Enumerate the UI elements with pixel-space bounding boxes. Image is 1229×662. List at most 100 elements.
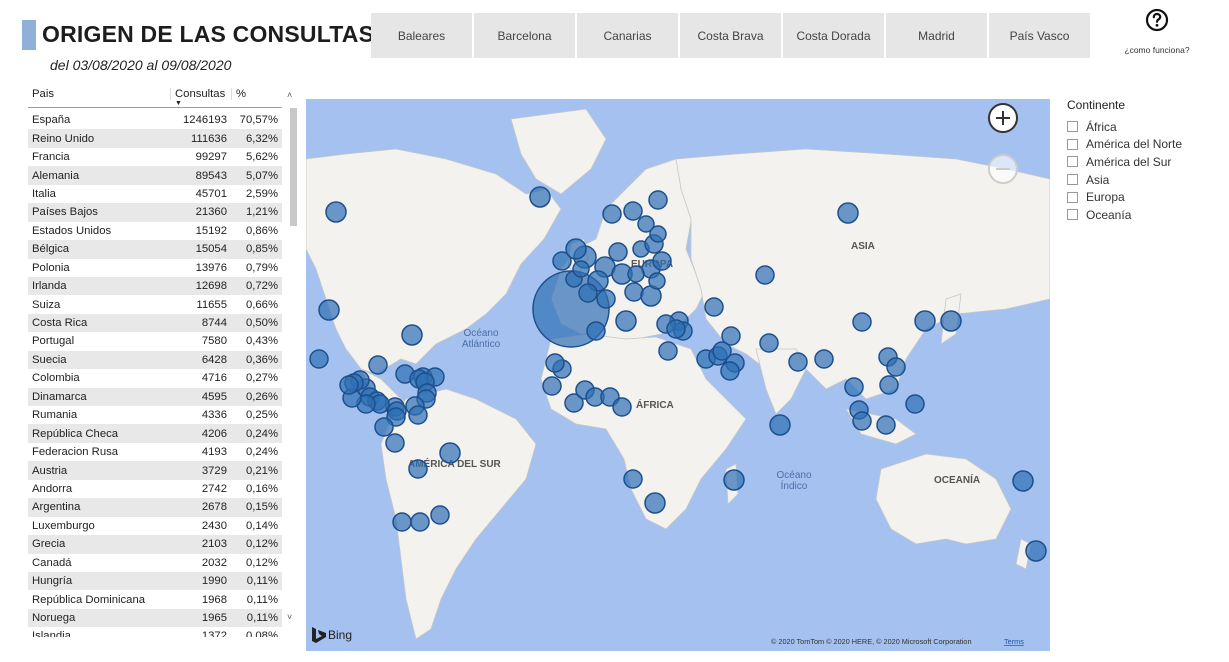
map-bubble[interactable]: [374, 417, 394, 437]
map-bubble[interactable]: [723, 469, 745, 491]
map-bubble[interactable]: [408, 405, 428, 425]
map-bubble[interactable]: [876, 415, 896, 435]
map-bubble[interactable]: [612, 397, 632, 417]
map-bubble[interactable]: [637, 215, 655, 233]
slicer-item-america-del-sur[interactable]: América del Sur: [1067, 153, 1182, 171]
column-header-consultas[interactable]: Consultas ▼: [170, 88, 231, 107]
table-row[interactable]: Reino Unido 111636 6,32%: [28, 129, 282, 148]
map-bubble[interactable]: [755, 265, 775, 285]
scroll-down-icon[interactable]: ˅: [287, 612, 292, 622]
map-bubble[interactable]: [615, 310, 637, 332]
tab-costa-brava[interactable]: Costa Brava: [680, 13, 781, 58]
map-bubble[interactable]: [1025, 540, 1047, 562]
table-row[interactable]: Federacion Rusa 4193 0,24%: [28, 443, 282, 461]
map-bubble[interactable]: [318, 299, 340, 321]
map-bubble[interactable]: [905, 394, 925, 414]
table-row[interactable]: Hungría 1990 0,11%: [28, 571, 282, 591]
map-bubble[interactable]: [886, 357, 906, 377]
map-bubble[interactable]: [623, 469, 643, 489]
table-row[interactable]: Canadá 2032 0,12%: [28, 554, 282, 572]
map-bubble[interactable]: [392, 512, 412, 532]
map-bubble[interactable]: [578, 283, 598, 303]
help-button[interactable]: ¿como funciona?: [1112, 8, 1202, 55]
tab-baleares[interactable]: Baleares: [371, 13, 472, 58]
table-row[interactable]: Argentina 2678 0,15%: [28, 498, 282, 517]
map-bubble[interactable]: [410, 512, 430, 532]
map-bubble[interactable]: [309, 349, 329, 369]
map-bubble[interactable]: [325, 201, 347, 223]
map-bubble[interactable]: [624, 282, 644, 302]
table-row[interactable]: Irlanda 12698 0,72%: [28, 276, 282, 296]
table-row[interactable]: Islandia 1372 0,08%: [28, 627, 282, 637]
map-bubble[interactable]: [712, 341, 732, 361]
table-row[interactable]: Estados Unidos 15192 0,86%: [28, 222, 282, 240]
map-bubble[interactable]: [596, 289, 616, 309]
map-bubble[interactable]: [385, 433, 405, 453]
tab-canarias[interactable]: Canarias: [577, 13, 678, 58]
table-row[interactable]: Dinamarca 4595 0,26%: [28, 387, 282, 406]
map-bubble[interactable]: [439, 442, 461, 464]
map-bubble[interactable]: [542, 376, 562, 396]
tab-madrid[interactable]: Madrid: [886, 13, 987, 58]
table-row[interactable]: Noruega 1965 0,11%: [28, 608, 282, 628]
table-row[interactable]: Austria 3729 0,21%: [28, 461, 282, 480]
checkbox[interactable]: [1067, 121, 1078, 133]
slicer-item-america-del-norte[interactable]: América del Norte: [1067, 136, 1182, 154]
checkbox[interactable]: [1067, 209, 1078, 221]
table-row[interactable]: Bélgica 15054 0,85%: [28, 240, 282, 259]
map-bubble[interactable]: [565, 238, 587, 260]
zoom-in-button[interactable]: [988, 103, 1018, 133]
map-bubble[interactable]: [652, 251, 672, 271]
map-bubble[interactable]: [852, 312, 872, 332]
column-header-pais[interactable]: Pais: [28, 88, 170, 100]
map-bubble[interactable]: [627, 265, 645, 283]
table-row[interactable]: Suecia 6428 0,36%: [28, 350, 282, 370]
map-bubble[interactable]: [769, 414, 791, 436]
table-row[interactable]: República Dominicana 1968 0,11%: [28, 590, 282, 608]
map-bubble[interactable]: [368, 355, 388, 375]
map-bubble[interactable]: [844, 377, 864, 397]
map-bubble[interactable]: [602, 204, 622, 224]
map-bubble[interactable]: [879, 375, 899, 395]
table-row[interactable]: Polonia 13976 0,79%: [28, 259, 282, 277]
map-bubble[interactable]: [644, 492, 666, 514]
table-row[interactable]: España 1246193 70,57%: [28, 111, 282, 129]
checkbox[interactable]: [1067, 174, 1078, 186]
terms-link[interactable]: Terms: [1004, 637, 1024, 646]
map-bubble[interactable]: [837, 202, 859, 224]
map-bubble[interactable]: [704, 297, 724, 317]
map-bubble[interactable]: [914, 310, 936, 332]
slicer-item-oceania[interactable]: Oceanía: [1067, 206, 1182, 224]
table-row[interactable]: Costa Rica 8744 0,50%: [28, 313, 282, 333]
map-bubble[interactable]: [788, 352, 808, 372]
tab-costa-dorada[interactable]: Costa Dorada: [783, 13, 884, 58]
map-bubble[interactable]: [608, 242, 628, 262]
map-bubble[interactable]: [658, 341, 678, 361]
checkbox[interactable]: [1067, 138, 1078, 150]
checkbox[interactable]: [1067, 156, 1078, 168]
map-bubble[interactable]: [408, 459, 428, 479]
map-bubble[interactable]: [648, 272, 666, 290]
map-bubble[interactable]: [852, 411, 872, 431]
map-bubble[interactable]: [666, 319, 686, 339]
map-bubble[interactable]: [401, 324, 423, 346]
map-bubble[interactable]: [623, 201, 643, 221]
table-row[interactable]: Países Bajos 21360 1,21%: [28, 203, 282, 222]
table-row[interactable]: Suiza 11655 0,66%: [28, 295, 282, 313]
map-bubble[interactable]: [814, 349, 834, 369]
tab-barcelona[interactable]: Barcelona: [474, 13, 575, 58]
table-row[interactable]: Rumania 4336 0,25%: [28, 406, 282, 424]
scroll-up-icon[interactable]: ˄: [287, 90, 292, 100]
table-row[interactable]: Francia 99297 5,62%: [28, 148, 282, 166]
map-bubble[interactable]: [339, 375, 359, 395]
map-bubble[interactable]: [720, 361, 740, 381]
column-header-percent[interactable]: %: [231, 88, 282, 100]
table-row[interactable]: Colombia 4716 0,27%: [28, 369, 282, 387]
table-row[interactable]: República Checa 4206 0,24%: [28, 424, 282, 443]
slicer-item-africa[interactable]: África: [1067, 118, 1182, 136]
table-row[interactable]: Portugal 7580 0,43%: [28, 332, 282, 350]
map-bubble[interactable]: [586, 321, 606, 341]
table-row[interactable]: Luxemburgo 2430 0,14%: [28, 517, 282, 535]
world-map[interactable]: EUROPA ASIA ÁFRICA AMÉRICA DEL SUR OCEAN…: [306, 99, 1050, 651]
tab-pais-vasco[interactable]: País Vasco: [989, 13, 1090, 58]
